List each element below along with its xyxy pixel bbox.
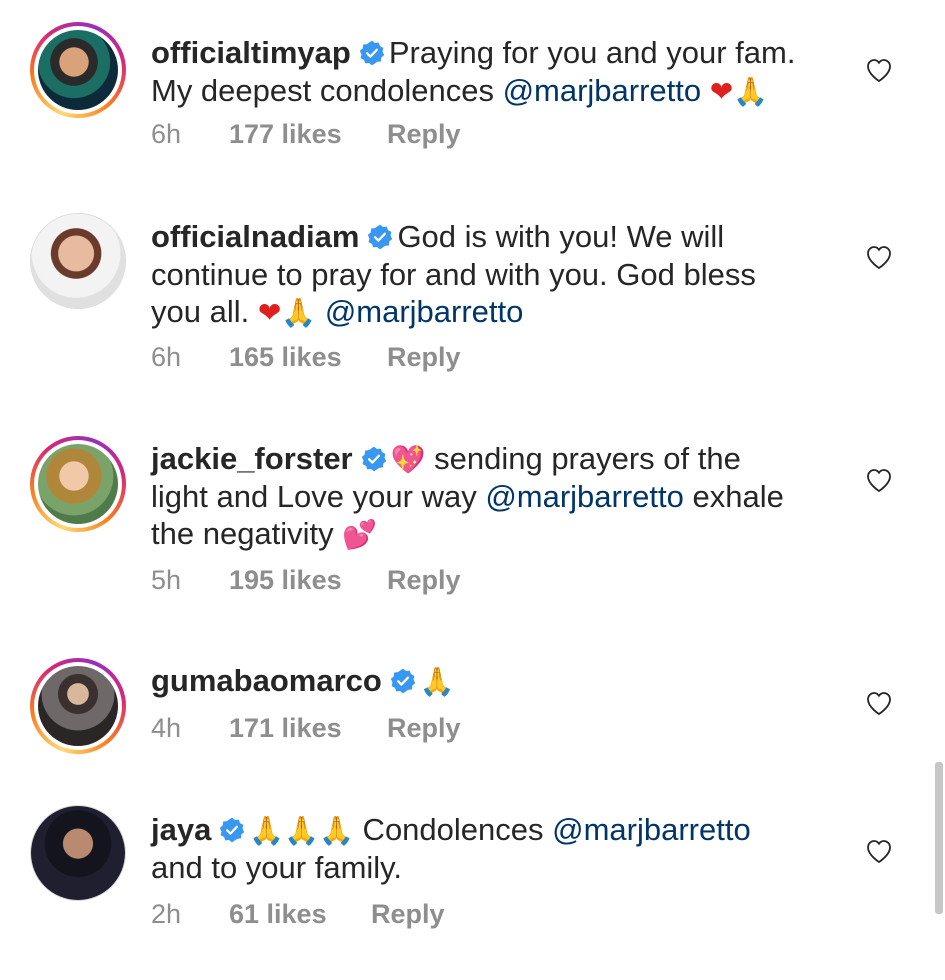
comment-text: Praying for you and your fam. — [388, 35, 796, 70]
likes-count[interactable]: 171 likes — [229, 713, 342, 744]
comment-text-line: you all. ❤🙏 @marjbarretto — [151, 293, 523, 332]
comment-timestamp: 4h — [151, 713, 182, 743]
username-link[interactable]: gumabaomarco — [151, 663, 382, 698]
comment-text: continue to pray for and with you. God b… — [151, 256, 756, 292]
comment-text: Condolences — [353, 812, 553, 847]
verified-badge-icon — [220, 817, 245, 843]
comment-text: the negativity — [151, 516, 343, 551]
likes-count[interactable]: 61 likes — [229, 899, 327, 930]
username-link[interactable]: jackie_forster — [151, 441, 353, 476]
emoji: 💕 — [342, 518, 378, 551]
comment-text-line: continue to pray for and with you. God b… — [151, 256, 756, 294]
avatar[interactable] — [30, 805, 126, 901]
comment-timestamp: 2h — [151, 899, 182, 929]
comment-text: sending prayers of the — [425, 441, 741, 476]
comment-text-line: jackie_forster 💖 sending prayers of the — [151, 440, 741, 479]
comment-timestamp: 6h — [151, 119, 182, 149]
avatar[interactable] — [30, 658, 126, 754]
likes-count[interactable]: 165 likes — [229, 342, 342, 373]
comment-text — [316, 294, 325, 329]
emoji: 🙏 — [419, 665, 455, 698]
reply-button[interactable]: Reply — [387, 119, 461, 150]
comment-meta: 6h 177 likes Reply — [151, 119, 461, 150]
comment-text: and to your family. — [151, 849, 402, 885]
comment-text: you all. — [151, 294, 258, 329]
emoji: 🙏 — [733, 74, 769, 108]
emoji: ❤ — [709, 74, 734, 108]
comment-timestamp: 5h — [151, 565, 182, 595]
comment-text-line: the negativity 💕 — [151, 515, 377, 554]
avatar[interactable] — [30, 213, 126, 309]
reply-button[interactable]: Reply — [387, 342, 461, 373]
heart-outline-icon[interactable] — [864, 465, 894, 495]
likes-count[interactable]: 195 likes — [229, 565, 342, 596]
comment-meta: 5h 195 likes Reply — [151, 565, 461, 596]
mention-link[interactable]: @marjbarretto — [325, 294, 524, 329]
verified-badge-icon — [368, 224, 393, 250]
comment-text — [701, 73, 710, 108]
comment-text: My deepest condolences — [151, 72, 503, 108]
heart-outline-icon[interactable] — [864, 242, 894, 272]
comment-text-line: gumabaomarco 🙏 — [151, 662, 455, 701]
comment-text-line: officialtimyap Praying for you and your f… — [151, 34, 795, 72]
heart-outline-icon[interactable] — [864, 688, 894, 718]
mention-link[interactable]: @marjbarretto — [503, 73, 702, 108]
emoji: 🙏 — [281, 296, 317, 329]
username-link[interactable]: jaya — [151, 812, 211, 847]
reply-button[interactable]: Reply — [387, 565, 461, 596]
likes-count[interactable]: 177 likes — [229, 119, 342, 150]
verified-badge-icon — [390, 668, 415, 694]
comment-meta: 6h 165 likes Reply — [151, 342, 461, 373]
emoji: ❤ — [257, 296, 282, 329]
reply-button[interactable]: Reply — [387, 713, 461, 744]
emoji: 💖 — [390, 443, 426, 476]
emoji: 🙏🙏🙏 — [249, 814, 354, 847]
avatar[interactable] — [30, 436, 126, 532]
comment-text-line: officialnadiam God is with you! We will — [151, 218, 724, 256]
avatar[interactable] — [30, 22, 126, 118]
comment-text: exhale — [683, 478, 784, 514]
heart-outline-icon[interactable] — [864, 55, 894, 85]
comment-meta: 2h 61 likes Reply — [151, 899, 445, 930]
comment-text-line: My deepest condolences @marjbarretto ❤🙏 — [151, 72, 768, 111]
comment-text-line: jaya 🙏🙏🙏 Condolences @marjbarretto — [151, 811, 751, 850]
comment-text: light and Love your way — [151, 478, 486, 514]
comment-text: God is with you! We will — [397, 219, 725, 254]
scrollbar[interactable] — [935, 762, 943, 914]
comment-meta: 4h 171 likes Reply — [151, 713, 461, 744]
comment-text-line: and to your family. — [151, 849, 402, 887]
username-link[interactable]: officialtimyap — [151, 35, 351, 70]
comment-timestamp: 6h — [151, 342, 182, 372]
verified-badge-icon — [359, 40, 384, 66]
comment-text-line: light and Love your way @marjbarretto ex… — [151, 478, 784, 516]
heart-outline-icon[interactable] — [864, 836, 894, 866]
mention-link[interactable]: @marjbarretto — [485, 479, 684, 514]
reply-button[interactable]: Reply — [371, 899, 445, 930]
username-link[interactable]: officialnadiam — [151, 219, 359, 254]
verified-badge-icon — [361, 446, 386, 472]
mention-link[interactable]: @marjbarretto — [552, 812, 751, 847]
